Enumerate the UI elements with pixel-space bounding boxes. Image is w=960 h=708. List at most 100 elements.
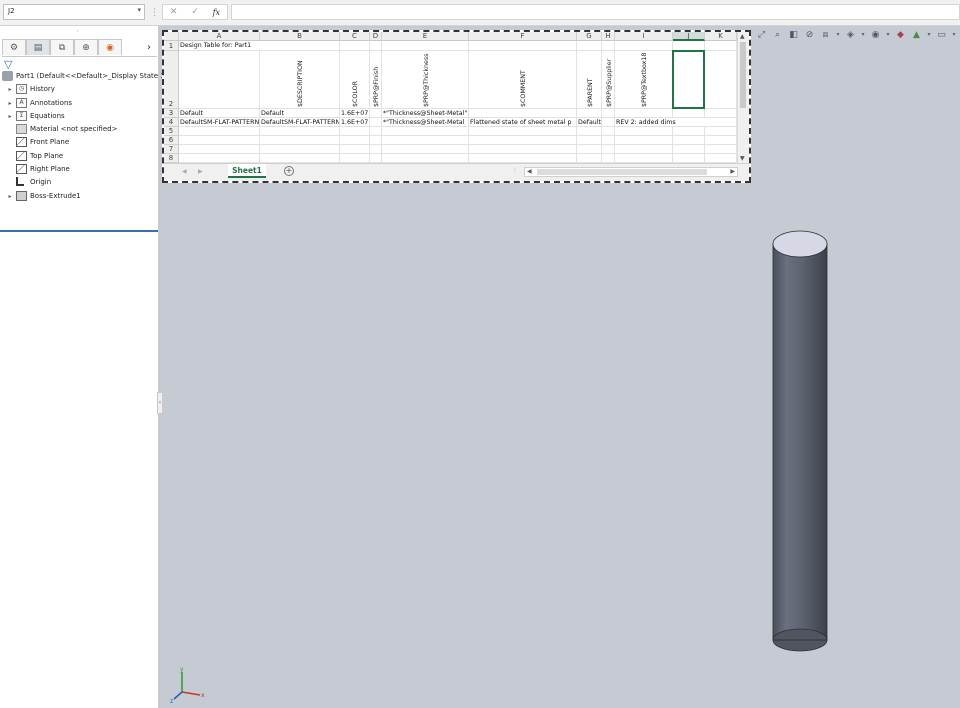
zoom-to-fit-icon[interactable]: ⤢ — [755, 29, 768, 41]
column-header-j[interactable]: J — [673, 32, 705, 41]
row-header-1[interactable]: 1 — [164, 41, 179, 51]
feature-manager-icon[interactable]: ⚙ — [2, 39, 26, 55]
table-cell[interactable] — [705, 127, 737, 136]
header-cell-c[interactable]: $COLOR — [340, 51, 370, 109]
chevron-down-icon[interactable]: ▾ — [835, 29, 841, 41]
cylinder-model[interactable] — [765, 225, 835, 657]
chevron-down-icon[interactable]: ▾ — [885, 29, 891, 41]
expand-icon[interactable]: ▸ — [6, 110, 14, 123]
apply-scene-icon[interactable]: ▲ — [910, 29, 923, 41]
table-cell[interactable] — [577, 41, 602, 51]
table-cell[interactable] — [705, 109, 737, 118]
data-cell-c[interactable]: 1.6E+07 — [340, 118, 370, 127]
expand-icon[interactable]: ▸ — [6, 190, 14, 203]
scroll-thumb[interactable] — [537, 169, 707, 175]
chevron-down-icon[interactable]: ▾ — [926, 29, 932, 41]
view-settings-icon[interactable]: ▭ — [935, 29, 948, 41]
horizontal-scrollbar[interactable]: ◀ ▶ — [524, 167, 738, 177]
table-cell[interactable] — [469, 136, 577, 145]
table-cell[interactable] — [260, 145, 340, 154]
tree-item-boss-extrude[interactable]: ▸ Boss-Extrude1 — [2, 190, 159, 203]
table-cell[interactable] — [382, 145, 469, 154]
select-all-corner[interactable] — [164, 32, 179, 41]
header-cell-b[interactable]: $DESCRIPTION — [260, 51, 340, 109]
table-cell[interactable] — [370, 145, 382, 154]
column-header-d[interactable]: D — [370, 32, 382, 41]
table-cell[interactable] — [179, 51, 260, 109]
table-cell[interactable] — [179, 145, 260, 154]
table-cell[interactable] — [615, 154, 673, 163]
rollback-bar[interactable] — [0, 230, 158, 232]
scroll-down-icon[interactable]: ▼ — [740, 155, 745, 162]
column-header-e[interactable]: E — [382, 32, 469, 41]
tab-prev-icon[interactable]: ◀ — [182, 168, 187, 175]
table-cell[interactable] — [469, 127, 577, 136]
tree-item-top-plane[interactable]: Top Plane — [2, 150, 159, 163]
row-header-7[interactable]: 7 — [164, 145, 179, 154]
table-cell[interactable] — [382, 127, 469, 136]
table-cell[interactable] — [179, 136, 260, 145]
chevron-right-icon[interactable]: › — [147, 42, 157, 53]
cancel-icon[interactable]: ✕ — [170, 7, 178, 17]
table-cell[interactable] — [615, 127, 673, 136]
header-cell-d[interactable]: $PRP@Finish — [370, 51, 382, 109]
table-cell[interactable] — [705, 51, 737, 109]
chevron-down-icon[interactable]: ▾ — [137, 6, 141, 14]
table-cell[interactable] — [370, 127, 382, 136]
vertical-scrollbar[interactable]: ▲ ▼ — [737, 32, 749, 163]
tree-item-annotations[interactable]: ▸ A Annotations — [2, 97, 159, 110]
table-cell[interactable] — [602, 41, 615, 51]
table-cell[interactable] — [340, 41, 370, 51]
expand-icon[interactable]: ▸ — [6, 83, 14, 96]
column-header-g[interactable]: G — [577, 32, 602, 41]
table-cell[interactable] — [705, 41, 737, 51]
table-cell[interactable] — [382, 154, 469, 163]
header-cell-i[interactable]: $PRP@Textbox18 — [615, 51, 673, 109]
table-cell[interactable] — [673, 154, 705, 163]
row-header-3[interactable]: 3 — [164, 109, 179, 118]
data-cell-a[interactable]: DefaultSM-FLAT-PATTERN — [179, 118, 260, 127]
row-header-6[interactable]: 6 — [164, 136, 179, 145]
tree-item-material[interactable]: Material <not specified> — [2, 123, 159, 136]
insert-function-icon[interactable]: fx — [213, 8, 220, 17]
table-cell[interactable] — [340, 127, 370, 136]
table-cell[interactable] — [577, 136, 602, 145]
table-cell[interactable] — [705, 154, 737, 163]
data-cell-e[interactable]: *"Thickness@Sheet-Metal — [382, 118, 469, 127]
display-manager-icon[interactable]: ◉ — [98, 39, 122, 55]
header-cell-h[interactable]: $PRP@Supplier — [602, 51, 615, 109]
table-cell[interactable] — [615, 41, 673, 51]
section-view-icon[interactable]: ⊘ — [803, 29, 816, 41]
table-cell[interactable] — [602, 136, 615, 145]
data-cell-e[interactable]: *"Thickness@Sheet-Metal" — [382, 109, 469, 118]
header-cell-f[interactable]: $COMMENT — [469, 51, 577, 109]
row-header-5[interactable]: 5 — [164, 127, 179, 136]
tree-item-origin[interactable]: Origin — [2, 176, 159, 189]
display-style-icon[interactable]: ◈ — [844, 29, 857, 41]
enter-icon[interactable]: ✓ — [191, 7, 199, 17]
table-cell[interactable] — [382, 136, 469, 145]
hide-show-items-icon[interactable]: ◉ — [869, 29, 882, 41]
data-cell-b[interactable]: DefaultSM-FLAT-PATTERN — [260, 118, 340, 127]
scroll-up-icon[interactable]: ▲ — [740, 33, 745, 40]
table-cell[interactable] — [260, 136, 340, 145]
column-header-h[interactable]: H — [602, 32, 615, 41]
table-cell[interactable] — [577, 145, 602, 154]
table-cell[interactable] — [602, 145, 615, 154]
data-cell-b[interactable]: Default — [260, 109, 340, 118]
column-header-a[interactable]: A — [179, 32, 260, 41]
header-cell-e[interactable]: $PRP@Thickness — [382, 51, 469, 109]
tab-next-icon[interactable]: ▶ — [198, 168, 203, 175]
table-cell[interactable] — [577, 109, 602, 118]
tree-item-history[interactable]: ▸ ◷ History — [2, 83, 159, 96]
scroll-right-icon[interactable]: ▶ — [730, 168, 735, 175]
zoom-to-area-icon[interactable]: ⌕ — [771, 29, 784, 41]
tree-item-right-plane[interactable]: Right Plane — [2, 163, 159, 176]
table-cell[interactable] — [602, 127, 615, 136]
dimxpert-icon[interactable]: ⊕ — [74, 39, 98, 55]
panel-collapse-handle[interactable]: ‹ — [157, 392, 163, 414]
table-cell[interactable] — [382, 41, 469, 51]
name-box[interactable]: J2 ▾ — [3, 4, 145, 20]
data-cell-a[interactable]: Default — [179, 109, 260, 118]
active-cell[interactable] — [672, 50, 705, 109]
